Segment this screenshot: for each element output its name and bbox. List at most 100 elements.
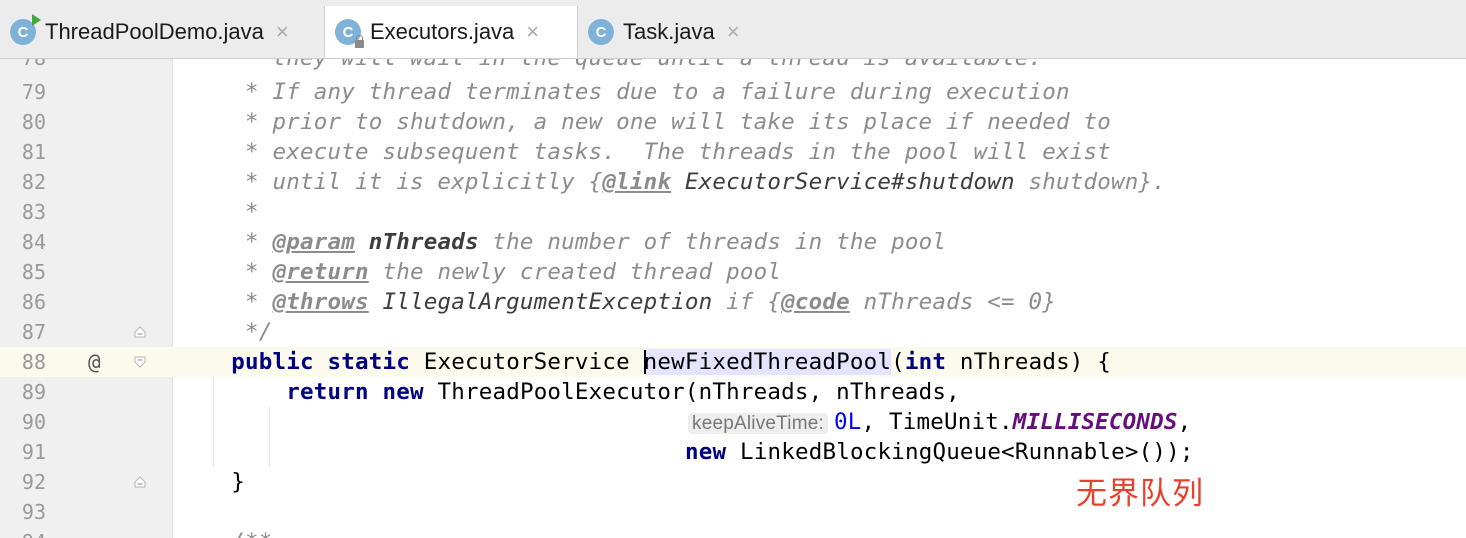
return-type[interactable]: ExecutorService [410, 349, 644, 375]
javadoc-exception-reference[interactable]: IllegalArgumentException [369, 289, 713, 315]
code-line[interactable]: 84 * @param nThreads the number of threa… [0, 227, 1466, 257]
comment-text: * [190, 259, 273, 285]
java-class-icon: C [588, 19, 614, 45]
unbounded-queue-annotation: 无界队列 [1076, 476, 1204, 512]
tab-task[interactable]: C Task.java × [578, 6, 778, 58]
constructor-call[interactable]: ThreadPoolExecutor(nThreads, nThreads, [424, 379, 960, 405]
line-number: 78 [0, 59, 46, 73]
class-icon-letter: C [17, 23, 29, 41]
comment-text: if { [712, 289, 782, 315]
fold-start-icon[interactable] [133, 355, 147, 369]
line-number: 86 [21, 290, 46, 314]
line-number: 90 [21, 410, 46, 434]
code-line[interactable]: 92 } [0, 467, 1466, 497]
code-line[interactable]: 83 * [0, 197, 1466, 227]
override-marker-icon[interactable]: @ [88, 347, 101, 377]
code-text: , TimeUnit. [861, 409, 1013, 435]
constructor-call[interactable]: LinkedBlockingQueue<Runnable>()); [726, 439, 1193, 465]
line-number: 80 [21, 110, 46, 134]
method-name[interactable]: newFixedThreadPool [643, 349, 892, 375]
code-line[interactable]: 80 * prior to shutdown, a new one will t… [0, 107, 1466, 137]
number-literal: 0L [833, 409, 862, 435]
javadoc-param-tag: @param [272, 229, 355, 255]
line-number: 79 [21, 80, 46, 104]
static-field[interactable]: MILLISECONDS [1013, 409, 1178, 435]
indent-guide [213, 377, 214, 467]
code-line[interactable]: 81 * execute subsequent tasks. The threa… [0, 137, 1466, 167]
code-text: , [1177, 409, 1192, 435]
tab-label: Task.java [623, 19, 715, 44]
code-line[interactable]: 93 [0, 497, 1466, 527]
comment-text: * until it is explicitly { [190, 169, 603, 195]
javadoc-reference[interactable]: ExecutorService#shutdown [671, 169, 1015, 195]
lock-icon [355, 35, 364, 48]
fold-end-icon[interactable] [133, 325, 147, 339]
fold-end-icon[interactable] [133, 475, 147, 489]
java-class-readonly-icon: C [335, 19, 364, 48]
line-number: 92 [21, 470, 46, 494]
comment-text: * [190, 289, 273, 315]
keyword: return [286, 379, 369, 405]
javadoc-link-tag[interactable]: @link [602, 169, 671, 195]
close-tab-icon[interactable]: × [276, 19, 289, 45]
comment-text: the number of threads in the pool [478, 229, 947, 255]
line-number: 94 [0, 527, 46, 538]
code-line-current[interactable]: 88 @ public static ExecutorService newFi… [0, 347, 1466, 377]
run-badge-icon [32, 14, 41, 26]
code-text: * execute subsequent tasks. The threads … [190, 139, 1111, 165]
keyword: new [685, 439, 727, 465]
code-line[interactable]: 79 * If any thread terminates due to a f… [0, 77, 1466, 107]
code-text: } [190, 469, 245, 495]
class-icon-letter: C [595, 23, 607, 41]
code-line[interactable]: 94 /** [0, 527, 1466, 538]
indent-guide [269, 407, 270, 467]
code-text: * @param nThreads the number of threads … [190, 227, 946, 257]
code-text: */ [190, 319, 273, 345]
code-text: * [190, 199, 259, 225]
javadoc-code-tag: @code [781, 289, 850, 315]
code-line[interactable]: 85 * @return the newly created thread po… [0, 257, 1466, 287]
code-editor[interactable]: 78 * they will wait in the queue until a… [0, 59, 1466, 538]
keyword: new [382, 379, 424, 405]
line-number: 91 [21, 440, 46, 464]
code-line[interactable]: 90 keepAliveTime: 0L, TimeUnit.MILLISECON… [0, 407, 1466, 437]
close-tab-icon[interactable]: × [526, 19, 539, 45]
line-number: 83 [21, 200, 46, 224]
tab-label: ThreadPoolDemo.java [45, 19, 264, 44]
paren: ( [891, 349, 905, 375]
java-class-runnable-icon: C [10, 14, 41, 45]
javadoc-throws-tag: @throws [272, 289, 369, 315]
code-line[interactable]: 78 * they will wait in the queue until a… [0, 59, 1466, 73]
line-number: 85 [21, 260, 46, 284]
tab-threadpooldemo[interactable]: C ThreadPoolDemo.java × [0, 6, 324, 58]
code-line[interactable]: 86 * @throws IllegalArgumentException if… [0, 287, 1466, 317]
code-text: * @throws IllegalArgumentException if {@… [190, 287, 1056, 317]
parameter-name-hint: keepAliveTime: [688, 413, 828, 434]
javadoc-param-name: nThreads [354, 229, 479, 255]
line-number: 89 [21, 380, 46, 404]
comment-text: shutdown}. [1014, 169, 1166, 195]
tab-label: Executors.java [370, 19, 515, 44]
line-number: 81 [21, 140, 46, 164]
close-tab-icon[interactable]: × [727, 19, 740, 45]
editor-tab-bar: C ThreadPoolDemo.java × C Executors.java… [0, 0, 1466, 59]
code-line[interactable]: 89 return new ThreadPoolExecutor(nThread… [0, 377, 1466, 407]
line-number: 82 [21, 170, 46, 194]
parameters: nThreads) { [946, 349, 1112, 375]
class-icon-letter: C [342, 23, 354, 41]
comment-text: nThreads <= 0} [849, 289, 1057, 315]
keyword: int [904, 349, 947, 375]
code-line[interactable]: 87 */ [0, 317, 1466, 347]
code-text: * @return the newly created thread pool [190, 257, 781, 287]
code-text: * If any thread terminates due to a fail… [190, 79, 1070, 105]
line-number: 84 [21, 230, 46, 254]
javadoc-return-tag: @return [272, 259, 369, 285]
code-line[interactable]: 91 new LinkedBlockingQueue<Runnable>()); [0, 437, 1466, 467]
code-line[interactable]: 82 * until it is explicitly {@link Execu… [0, 167, 1466, 197]
keyword: static [327, 349, 410, 375]
comment-text: * [190, 229, 273, 255]
code-text: * until it is explicitly {@link Executor… [190, 167, 1166, 197]
code-text: keepAliveTime: 0L, TimeUnit.MILLISECONDS, [688, 407, 1191, 439]
tab-executors[interactable]: C Executors.java × [324, 6, 578, 58]
